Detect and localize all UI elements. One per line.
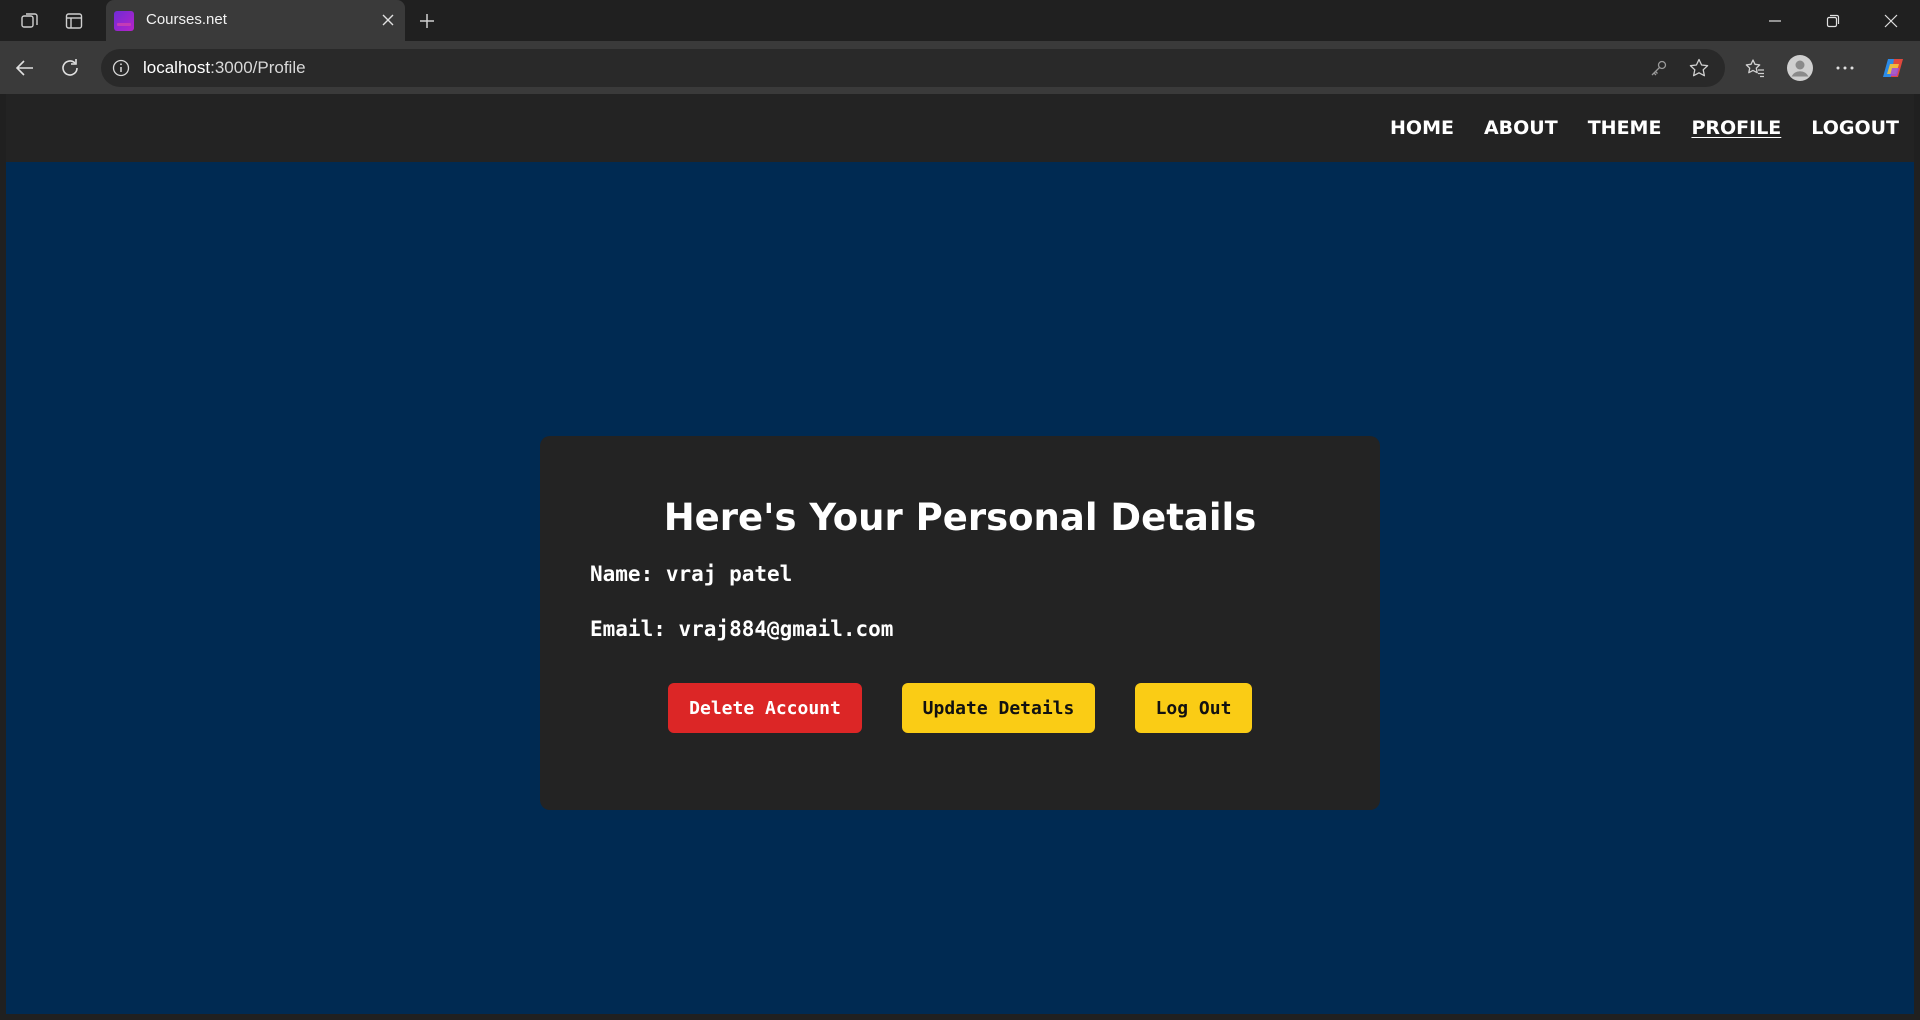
key-icon[interactable] [1649,58,1669,78]
url-path: :3000/Profile [210,58,306,77]
user-avatar-icon[interactable] [1785,53,1815,83]
minimize-icon[interactable] [1746,0,1804,41]
address-bar[interactable]: localhost:3000/Profile [101,49,1725,87]
browser-tab-bar: Courses.net [0,0,1920,41]
profile-title: Here's Your Personal Details [663,496,1257,539]
refresh-icon[interactable] [55,53,85,83]
log-out-button[interactable]: Log Out [1135,683,1252,733]
plus-icon[interactable] [412,7,442,35]
site-favicon [114,11,134,31]
nav-link-profile[interactable]: PROFILE [1691,117,1781,139]
nav-link-about[interactable]: ABOUT [1484,117,1558,139]
browser-tab[interactable]: Courses.net [106,0,405,41]
info-icon[interactable] [111,58,131,78]
close-window-icon[interactable] [1862,0,1920,41]
site-nav-links: HOME ABOUT THEME PROFILE LOGOUT [1390,94,1899,162]
copilot-icon[interactable] [1878,53,1908,83]
workspaces-icon[interactable] [15,7,45,35]
profile-name: Name: vraj patel [590,562,793,586]
close-tab-icon[interactable] [378,10,398,30]
url-host: localhost [143,58,211,77]
browser-toolbar: localhost:3000/Profile [0,41,1920,94]
restore-icon[interactable] [1804,0,1862,41]
profile-email: Email: vraj884@gmail.com [590,617,894,641]
nav-link-home[interactable]: HOME [1390,117,1454,139]
delete-account-button[interactable]: Delete Account [668,683,862,733]
profile-card: Here's Your Personal Details Name: vraj … [540,436,1380,810]
page-viewport: HOME ABOUT THEME PROFILE LOGOUT Here's Y… [6,94,1914,1014]
nav-link-theme[interactable]: THEME [1588,117,1662,139]
update-details-button[interactable]: Update Details [902,683,1095,733]
nav-link-logout[interactable]: LOGOUT [1811,117,1899,139]
back-arrow-icon[interactable] [10,53,40,83]
tab-actions-icon[interactable] [59,7,89,35]
more-icon[interactable] [1830,53,1860,83]
site-navbar: HOME ABOUT THEME PROFILE LOGOUT [6,94,1914,162]
tab-title: Courses.net [146,11,227,28]
address-url: localhost:3000/Profile [143,58,306,78]
favorites-icon[interactable] [1740,53,1770,83]
star-icon[interactable] [1688,57,1710,79]
